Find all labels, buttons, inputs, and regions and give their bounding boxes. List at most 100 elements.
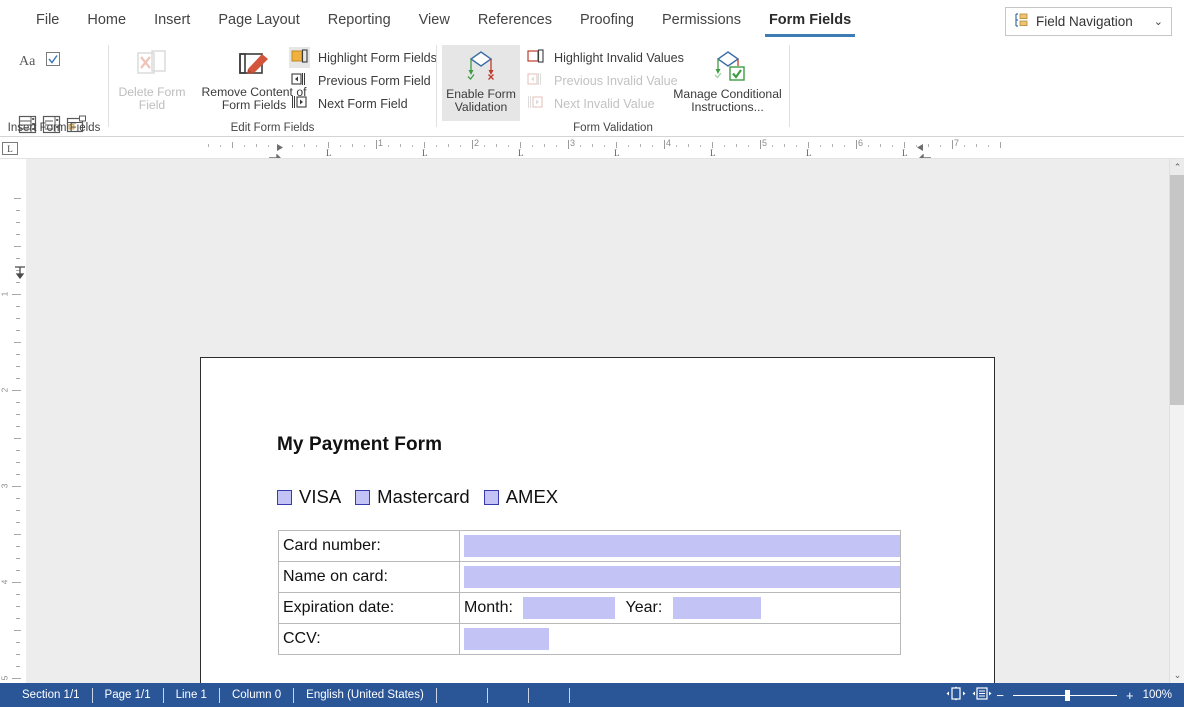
card-number-cell[interactable] — [459, 530, 901, 562]
vertical-ruler-tick — [16, 426, 20, 427]
vertical-ruler-tick — [16, 210, 20, 211]
vertical-ruler-tick — [16, 498, 20, 499]
insert-checkbox-field-button[interactable] — [45, 51, 62, 73]
ruler-number: 5 — [762, 138, 768, 148]
svg-text:Aa: Aa — [19, 54, 36, 69]
delete-form-field-icon — [114, 49, 190, 83]
tab-page-layout[interactable]: Page Layout — [204, 0, 313, 39]
payment-form-table: Card number: Name on card: Expiration da… — [278, 530, 901, 655]
ruler-tab-stop[interactable]: L — [614, 148, 620, 158]
tab-reporting[interactable]: Reporting — [314, 0, 405, 39]
ruler-tick — [244, 145, 245, 147]
vertical-ruler-tick — [16, 318, 20, 319]
ruler-tab-stop[interactable]: L — [710, 148, 716, 158]
tab-permissions[interactable]: Permissions — [648, 0, 755, 39]
status-column[interactable]: Column 0 — [220, 689, 293, 701]
scrollbar-thumb[interactable] — [1170, 175, 1184, 405]
highlight-invalid-values-item[interactable]: Highlight Invalid Values — [525, 47, 684, 68]
scroll-down-icon[interactable]: ⌄ — [1170, 667, 1184, 683]
vertical-ruler-tick — [16, 378, 20, 379]
field-navigation-button[interactable]: Field Navigation ⌄ — [1005, 7, 1172, 36]
vertical-ruler-tick — [16, 666, 20, 667]
insert-text-field-button[interactable]: Aa — [18, 51, 40, 74]
expiration-date-cell[interactable]: Month: Year: — [459, 592, 901, 624]
ruler-tick — [556, 145, 557, 147]
status-section[interactable]: Section 1/1 — [10, 689, 92, 701]
delete-form-field-button[interactable]: Delete Form Field — [114, 49, 190, 113]
visa-checkbox[interactable] — [277, 489, 292, 505]
document-canvas[interactable]: My Payment Form VISA Mastercard AMEX Car… — [0, 159, 1169, 683]
highlight-form-fields-item[interactable]: Highlight Form Fields — [289, 47, 437, 68]
ruler-tick — [436, 145, 437, 147]
ruler-tick — [652, 145, 653, 147]
vertical-margin-marker[interactable] — [14, 265, 26, 284]
visa-label: VISA — [299, 486, 342, 507]
ruler-tick — [496, 144, 497, 147]
ruler-tick — [304, 144, 305, 147]
vertical-ruler-tick — [16, 222, 20, 223]
tab-home[interactable]: Home — [73, 0, 140, 39]
year-field[interactable] — [672, 597, 761, 619]
zoom-in-button[interactable]: + — [1126, 689, 1134, 702]
amex-checkbox[interactable] — [483, 489, 499, 505]
ruler-tick — [364, 145, 365, 147]
ruler-number: 1 — [378, 138, 384, 148]
zoom-slider[interactable] — [1012, 689, 1117, 701]
status-language[interactable]: English (United States) — [294, 689, 436, 701]
ribbon: Aa Insert Form Fields Delete Form Field … — [0, 41, 1184, 170]
ruler-tick — [952, 140, 953, 149]
card-number-label: Card number: — [278, 530, 460, 562]
ruler-tab-stop[interactable]: L — [422, 148, 428, 158]
card-number-field[interactable] — [464, 535, 900, 557]
vertical-ruler-tick — [16, 234, 20, 235]
tab-insert[interactable]: Insert — [140, 0, 204, 39]
status-line[interactable]: Line 1 — [164, 689, 219, 701]
name-on-card-field[interactable] — [464, 566, 900, 588]
mastercard-checkbox[interactable] — [355, 489, 371, 505]
multi-page-view-icon[interactable] — [972, 686, 992, 704]
month-field[interactable] — [523, 597, 616, 619]
ruler-tab-stop[interactable]: L — [326, 148, 332, 158]
status-separator — [486, 687, 488, 703]
scroll-up-icon[interactable]: ⌃ — [1170, 159, 1184, 175]
status-page[interactable]: Page 1/1 — [93, 689, 163, 701]
tab-form-fields[interactable]: Form Fields — [755, 0, 865, 39]
manage-conditional-instructions-button[interactable]: Manage Conditional Instructions... — [665, 49, 790, 115]
vertical-ruler-tick — [16, 522, 20, 523]
ccv-cell[interactable] — [459, 623, 901, 655]
card-type-row: VISA Mastercard AMEX — [277, 486, 572, 508]
ruler-tab-stop[interactable]: L — [518, 148, 524, 158]
tab-stop-selector[interactable]: L — [2, 142, 18, 155]
document-heading: My Payment Form — [277, 434, 443, 455]
zoom-slider-thumb[interactable] — [1064, 689, 1070, 701]
enable-form-validation-button[interactable]: Enable Form Validation — [442, 45, 520, 121]
zoom-value[interactable]: 100% — [1143, 689, 1172, 701]
document-page[interactable]: My Payment Form VISA Mastercard AMEX Car… — [200, 357, 995, 683]
previous-form-field-item[interactable]: Previous Form Field — [289, 70, 431, 91]
vertical-ruler-tick — [16, 570, 20, 571]
ccv-field[interactable] — [464, 628, 549, 650]
ruler-tick — [628, 145, 629, 147]
ruler-tick — [940, 145, 941, 147]
vertical-scrollbar[interactable]: ⌃ ⌄ — [1169, 159, 1184, 683]
ruler-tab-stop[interactable]: L — [902, 148, 908, 158]
single-page-view-icon[interactable] — [946, 686, 966, 704]
expiration-date-label: Expiration date: — [278, 592, 460, 624]
name-on-card-cell[interactable] — [459, 561, 901, 593]
previous-invalid-value-item: Previous Invalid Value — [525, 70, 678, 91]
ruler-tab-stop[interactable]: L — [806, 148, 812, 158]
highlight-form-fields-label: Highlight Form Fields — [318, 50, 437, 65]
zoom-out-button[interactable]: − — [996, 689, 1004, 702]
tab-view[interactable]: View — [405, 0, 464, 39]
ruler-tick — [448, 144, 449, 147]
next-form-field-item[interactable]: Next Form Field — [289, 93, 408, 114]
horizontal-ruler[interactable]: 1 2 3 4 5 6 7 L L L L L L L — [0, 137, 1184, 163]
vertical-ruler[interactable]: 1 2 3 4 5 — [0, 159, 26, 683]
tab-references[interactable]: References — [464, 0, 566, 39]
next-form-field-label: Next Form Field — [318, 96, 408, 111]
tab-proofing[interactable]: Proofing — [566, 0, 648, 39]
mastercard-label: Mastercard — [377, 486, 470, 507]
vertical-ruler-tick — [16, 474, 20, 475]
tab-file[interactable]: File — [22, 0, 73, 39]
previous-field-icon — [289, 70, 310, 91]
